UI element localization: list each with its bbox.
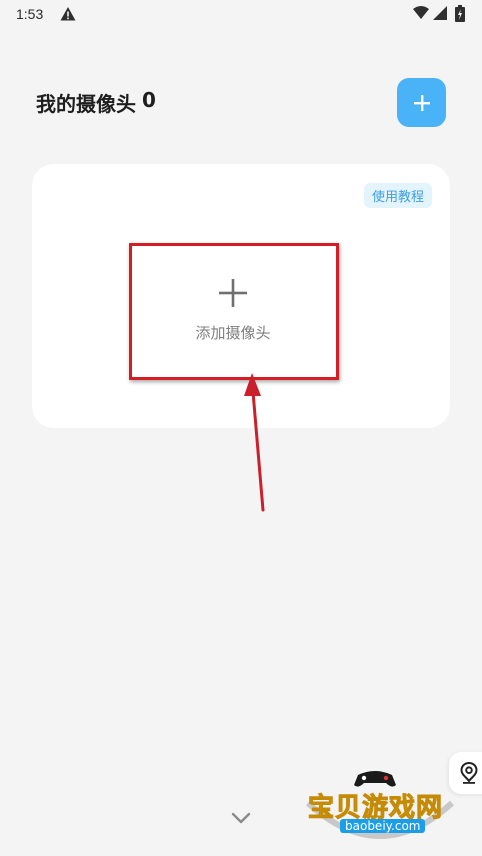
cellular-signal-icon [433, 6, 447, 20]
annotation-highlight-box [129, 243, 339, 380]
page-title: 我的摄像头 0 [36, 88, 156, 117]
status-time: 1:53 [16, 6, 44, 22]
location-pin-icon [460, 762, 478, 784]
status-bar: 1:53 [0, 0, 482, 28]
watermark-domain: baobeiy.com [340, 819, 426, 833]
warning-icon [60, 7, 76, 21]
wifi-icon [413, 6, 429, 19]
chevron-down-icon[interactable] [229, 808, 253, 828]
camera-count: 0 [142, 88, 156, 112]
page-title-text: 我的摄像头 [36, 92, 136, 116]
battery-icon [455, 5, 465, 22]
annotation-arrow [244, 373, 265, 512]
plus-icon [413, 94, 430, 111]
watermark: 宝贝游戏网 baobeiy.com [300, 765, 460, 855]
gamepad-logo-icon [354, 771, 396, 787]
add-camera-header-button[interactable] [397, 78, 446, 127]
tutorial-button[interactable]: 使用教程 [363, 183, 432, 208]
